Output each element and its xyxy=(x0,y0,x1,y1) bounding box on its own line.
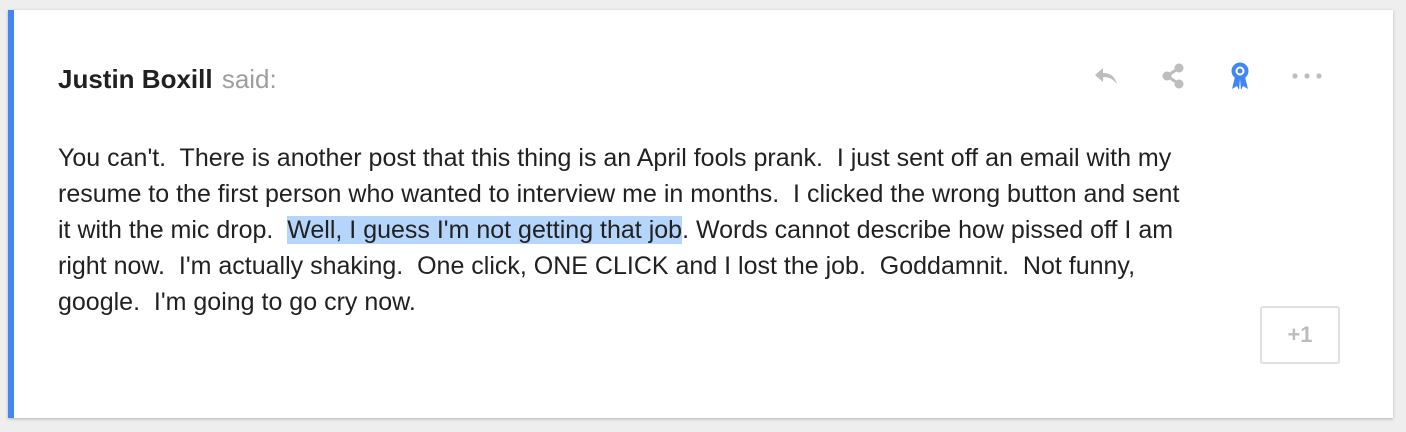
said-label: said: xyxy=(221,64,277,94)
more-button[interactable] xyxy=(1289,58,1325,94)
accent-bar xyxy=(8,10,14,418)
reply-icon xyxy=(1095,68,1117,84)
selected-text: Well, I guess I'm not getting that job xyxy=(287,216,683,244)
share-icon xyxy=(1162,63,1184,89)
award-button[interactable] xyxy=(1222,58,1258,94)
action-bar xyxy=(1088,58,1325,94)
more-icon xyxy=(1292,73,1322,79)
plus-one-button[interactable]: +1 xyxy=(1260,306,1340,364)
author-name[interactable]: Justin Boxill xyxy=(58,64,213,94)
share-button[interactable] xyxy=(1155,58,1191,94)
post-header: Justin Boxill said: xyxy=(58,62,277,96)
post-body: You can't. There is another post that th… xyxy=(58,140,1298,320)
post-card: Justin Boxill said: You can't. There is … xyxy=(8,10,1393,418)
reply-button[interactable] xyxy=(1088,58,1124,94)
award-ribbon-icon xyxy=(1231,62,1249,90)
